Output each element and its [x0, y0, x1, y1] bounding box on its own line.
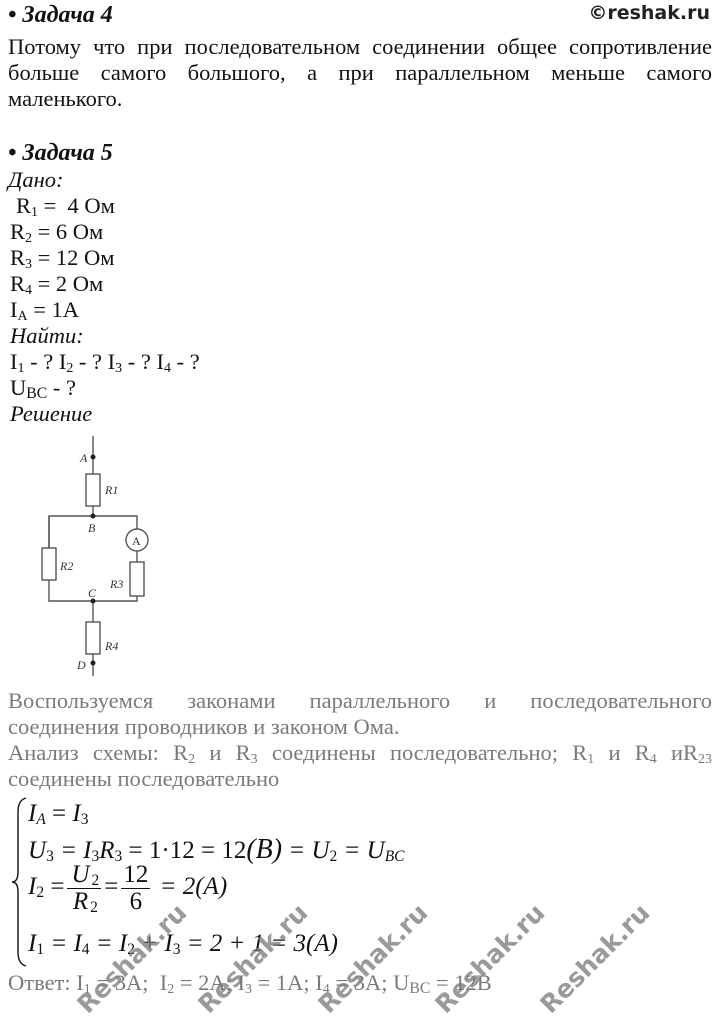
explain-line-4: соединены последовательно [8, 766, 280, 791]
find-currents: I1 - ? I2 - ? I3 - ? I4 - ? [10, 349, 200, 376]
r2-label: R2 [59, 559, 73, 573]
node-d-label: D [76, 658, 86, 672]
watermark: Reshak.ru [429, 898, 551, 1019]
task4-answer-text: Потому что при последовательном соединен… [8, 34, 712, 112]
given-r3: R3 = 12 Ом [10, 245, 115, 272]
resistor-r2 [41, 547, 57, 581]
solution-label: Решение [10, 401, 93, 426]
explanation: Воспользуемся законами параллельного и п… [8, 688, 712, 792]
watermark: Reshak.ru [534, 898, 656, 1019]
task4-heading: • Задача 4 [8, 2, 113, 28]
node-c-label: C [88, 586, 97, 600]
r1-label: R1 [104, 483, 118, 497]
fraction-u2-r2: U2R2 [67, 862, 102, 915]
node-d-dot [90, 660, 96, 666]
node-b-label: B [88, 521, 96, 535]
circuit-diagram: A B C D R1 R2 R3 R4 A [41, 436, 149, 676]
find-voltage: UBC - ? [10, 375, 76, 402]
given-label: Дано: [8, 167, 64, 192]
ammeter-label: A [132, 534, 141, 548]
resistor-r3 [129, 561, 145, 597]
task4-line-1: Потому что при последовательном соединен… [8, 34, 712, 59]
task4-line-3: маленького. [8, 86, 123, 111]
system-brace [11, 797, 27, 967]
given-ia: IA = 1A [10, 297, 80, 324]
watermark: Reshak.ru [312, 898, 434, 1019]
r4-label: R4 [104, 639, 118, 653]
node-b-dot [90, 513, 96, 519]
equation-3: I2 = U 2 R 2 = 12 6 = 2(A) [28, 861, 228, 916]
given-r4: R4 = 2 Ом [10, 271, 104, 298]
watermark: Reshak.ru [192, 898, 314, 1019]
given-r1: R1 = 4 Ом [16, 193, 115, 220]
task5-heading: • Задача 5 [8, 140, 113, 166]
resistor-r1 [85, 473, 101, 507]
watermark: Reshak.ru [71, 898, 193, 1019]
explain-line-1: Воспользуемся законами параллельного и п… [8, 688, 712, 713]
equation-1: IA = I3 [28, 800, 89, 828]
node-a-dot [90, 454, 96, 460]
find-label: Найти: [10, 323, 84, 348]
fraction-12-6: 12 6 [121, 861, 151, 915]
site-copyright: ©reshak.ru [588, 2, 710, 24]
given-r2: R2 = 6 Ом [10, 219, 104, 246]
task4-line-2: больше самого большого, а при параллельн… [8, 60, 712, 85]
r3-label: R3 [109, 577, 123, 591]
explain-line-2: соединения проводников и законом Ома. [8, 714, 400, 739]
explain-line-3: Анализ схемы: R2 и R3 соединены последов… [8, 740, 712, 767]
resistor-r4 [85, 621, 101, 655]
node-a-label: A [79, 451, 88, 465]
